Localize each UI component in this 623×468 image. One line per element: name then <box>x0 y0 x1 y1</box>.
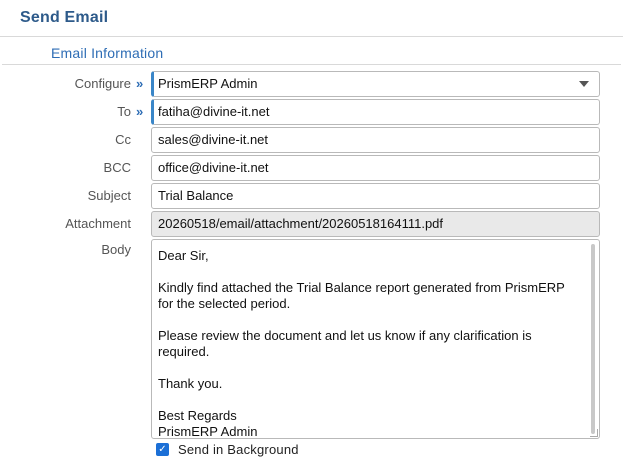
attachment-value: 20260518/email/attachment/20260518164111… <box>158 216 444 231</box>
body-line: PrismERP Admin <box>158 424 258 439</box>
body-blank-line <box>158 360 579 376</box>
to-row: To » fatiha@divine-it.net <box>0 99 623 125</box>
attachment-label: Attachment <box>65 216 131 231</box>
bcc-label: BCC <box>103 160 131 175</box>
to-value: fatiha@divine-it.net <box>158 104 270 119</box>
resize-handle-icon[interactable] <box>590 429 598 437</box>
subject-input[interactable]: Trial Balance <box>151 183 600 209</box>
body-line: required. <box>158 344 210 359</box>
chevron-down-icon <box>579 81 589 87</box>
cc-row: Cc sales@divine-it.net <box>0 127 623 153</box>
configure-row: Configure » PrismERP Admin <box>0 71 623 97</box>
cc-input[interactable]: sales@divine-it.net <box>151 127 600 153</box>
body-line: for the selected period. <box>158 296 291 311</box>
dialog-header: Send Email <box>0 0 623 37</box>
dialog-title: Send Email <box>20 9 109 26</box>
body-line: Best Regards <box>158 408 237 423</box>
body-blank-line <box>158 312 579 328</box>
body-line: Kindly find attached the Trial Balance r… <box>158 280 565 295</box>
subject-row: Subject Trial Balance <box>0 183 623 209</box>
bcc-row: BCC office@divine-it.net <box>0 155 623 181</box>
subject-label: Subject <box>87 188 131 203</box>
subject-value: Trial Balance <box>158 188 234 203</box>
cc-value: sales@divine-it.net <box>158 132 269 147</box>
body-blank-line <box>158 264 579 280</box>
configure-select[interactable]: PrismERP Admin <box>151 71 600 97</box>
check-icon: ✓ <box>158 443 167 455</box>
attachment-row: Attachment 20260518/email/attachment/202… <box>0 211 623 237</box>
send-background-checkbox[interactable]: ✓ <box>156 442 169 456</box>
attachment-field: 20260518/email/attachment/20260518164111… <box>151 211 600 237</box>
required-marker-icon: » <box>136 76 144 91</box>
cc-label: Cc <box>115 132 131 147</box>
body-line: Dear Sir, <box>158 248 209 263</box>
to-label: To <box>117 104 131 119</box>
bcc-input[interactable]: office@divine-it.net <box>151 155 600 181</box>
to-input[interactable]: fatiha@divine-it.net <box>151 99 600 125</box>
body-label: Body <box>101 242 131 257</box>
section-header: Email Information <box>2 41 621 65</box>
body-line: Thank you. <box>158 376 223 391</box>
body-textarea[interactable]: Dear Sir, Kindly find attached the Trial… <box>151 239 600 439</box>
bcc-value: office@divine-it.net <box>158 160 269 175</box>
send-email-dialog: Send Email Email Information Configure »… <box>0 0 623 468</box>
body-scrollbar[interactable] <box>591 244 595 434</box>
section-title: Email Information <box>51 44 164 61</box>
configure-label: Configure <box>74 76 131 91</box>
configure-value: PrismERP Admin <box>158 76 258 91</box>
body-blank-line <box>158 392 579 408</box>
send-background-label[interactable]: Send in Background <box>178 442 299 457</box>
send-background-row[interactable]: ✓ Send in Background <box>156 441 299 457</box>
required-marker-icon: » <box>136 104 144 119</box>
body-line: Please review the document and let us kn… <box>158 328 532 343</box>
